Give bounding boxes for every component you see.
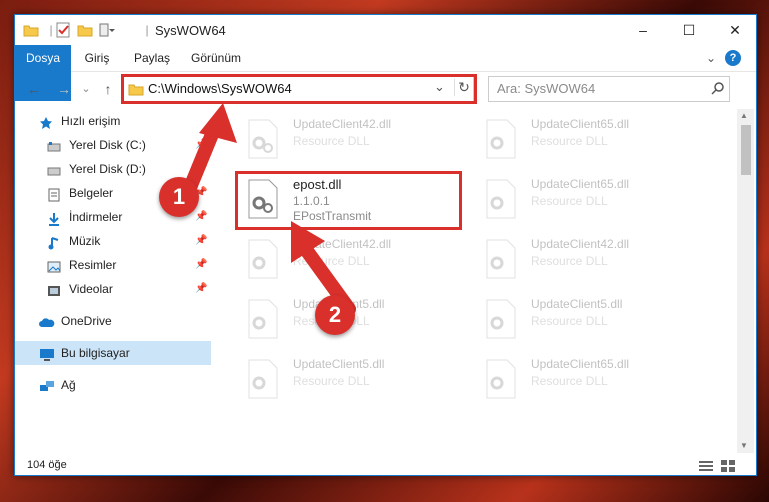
list-item[interactable]: UpdateClient65.dll Resource DLL	[473, 173, 693, 229]
file-description: Resource DLL	[531, 194, 608, 208]
dll-file-icon	[485, 299, 517, 339]
sidebar-item-this-pc[interactable]: Bu bilgisayar	[15, 341, 211, 365]
sidebar-item-network[interactable]: Ağ	[15, 373, 211, 397]
scrollbar-thumb[interactable]	[741, 125, 751, 175]
tiles-view-icon[interactable]	[721, 459, 735, 479]
dll-file-icon	[247, 359, 279, 399]
file-name: UpdateClient65.dll	[531, 177, 630, 191]
status-bar: 104 öğe	[15, 455, 756, 475]
computer-icon	[39, 346, 54, 361]
sidebar-item-label: OneDrive	[61, 314, 112, 328]
tab-paylas[interactable]: Paylaş	[129, 45, 175, 71]
back-button[interactable]: ←	[25, 79, 43, 99]
expand-ribbon-icon[interactable]: ⌄	[703, 45, 719, 71]
sidebar-item-label: Videolar	[69, 282, 113, 296]
drive-icon	[47, 162, 61, 176]
file-description: Resource DLL	[531, 134, 608, 148]
file-name: UpdateClient65.dll	[531, 117, 630, 131]
help-icon[interactable]: ?	[725, 50, 741, 66]
search-box[interactable]: Ara: SysWOW64	[488, 76, 730, 102]
dll-file-icon	[247, 299, 279, 339]
ribbon: Dosya Giriş Paylaş Görünüm ⌄ ?	[15, 45, 756, 101]
title-bar: | | SysWOW64 – ☐ ✕	[15, 15, 756, 45]
drive-icon	[47, 138, 61, 152]
customize-toolbar-icon[interactable]	[99, 22, 115, 38]
list-item[interactable]: UpdateClient65.dll Resource DLL	[473, 353, 693, 409]
list-item[interactable]: UpdateClient5.dll Resource DLL	[235, 353, 455, 409]
window-title: SysWOW64	[155, 23, 226, 38]
recent-dropdown[interactable]: ⌄	[77, 79, 95, 99]
forward-button[interactable]: →	[55, 79, 73, 99]
search-icon[interactable]	[711, 81, 725, 100]
list-item[interactable]: UpdateClient42.dll Resource DLL	[235, 113, 455, 169]
sidebar-item-label: Resimler	[69, 258, 117, 272]
sidebar-item-music[interactable]: Müzik 📌	[15, 229, 211, 253]
sidebar-item-label: Hızlı erişim	[61, 114, 121, 128]
vertical-scrollbar[interactable]: ▲ ▼	[737, 109, 754, 453]
separator-icon: |	[145, 23, 149, 37]
cloud-icon	[39, 314, 55, 328]
folder-icon	[23, 22, 39, 38]
download-icon	[47, 210, 61, 226]
sidebar-item-pictures[interactable]: Resimler 📌	[15, 253, 211, 277]
sidebar-item-label: Yerel Disk (C:)	[69, 138, 146, 152]
star-icon	[39, 114, 53, 129]
tab-gorunum[interactable]: Görünüm	[187, 45, 245, 71]
music-icon	[47, 234, 61, 250]
explorer-window: | | SysWOW64 – ☐ ✕ Dosya Giriş Paylaş Gö…	[14, 14, 757, 476]
videos-icon	[47, 282, 61, 296]
file-name: UpdateClient42.dll	[531, 237, 630, 251]
item-count: 104 öğe	[27, 459, 67, 471]
file-description: Resource DLL	[531, 254, 608, 268]
close-button[interactable]: ✕	[712, 15, 758, 45]
file-description: Resource DLL	[531, 374, 608, 388]
dll-file-icon	[485, 119, 517, 159]
pin-icon[interactable]: 📌	[195, 277, 207, 301]
file-name: UpdateClient5.dll	[293, 357, 385, 371]
pictures-icon	[47, 258, 61, 273]
network-icon	[39, 378, 54, 392]
file-name: UpdateClient42.dll	[293, 117, 392, 131]
sidebar-item-label: Ağ	[61, 378, 76, 392]
sidebar-item-label: Bu bilgisayar	[61, 346, 130, 360]
scroll-down-icon[interactable]: ▼	[740, 441, 748, 450]
file-name: UpdateClient65.dll	[531, 357, 630, 371]
dll-file-icon	[485, 359, 517, 399]
pin-icon[interactable]: 📌	[195, 229, 207, 253]
file-description: Resource DLL	[293, 134, 370, 148]
dll-file-icon	[485, 179, 517, 219]
details-view-icon[interactable]	[699, 459, 713, 479]
search-input[interactable]: Ara: SysWOW64	[497, 81, 595, 96]
properties-icon[interactable]	[55, 22, 71, 38]
file-name: UpdateClient5.dll	[531, 297, 623, 311]
step-1-badge: 1	[159, 177, 199, 217]
up-button[interactable]: ↑	[99, 79, 117, 99]
step-2-badge: 2	[315, 295, 355, 335]
sidebar-item-videos[interactable]: Videolar 📌	[15, 277, 211, 301]
list-item[interactable]: UpdateClient42.dll Resource DLL	[473, 233, 693, 289]
sidebar-item-label: İndirmeler	[69, 210, 123, 224]
sidebar-item-label: Yerel Disk (D:)	[69, 162, 146, 176]
dll-file-icon	[247, 119, 279, 159]
pin-icon[interactable]: 📌	[195, 253, 207, 277]
list-item[interactable]: UpdateClient65.dll Resource DLL	[473, 113, 693, 169]
scroll-up-icon[interactable]: ▲	[740, 111, 748, 120]
maximize-button[interactable]: ☐	[666, 15, 712, 45]
sidebar-item-onedrive[interactable]: OneDrive	[15, 309, 211, 333]
file-description: Resource DLL	[293, 374, 370, 388]
tab-giris[interactable]: Giriş	[77, 45, 117, 71]
documents-icon	[47, 186, 61, 202]
list-item[interactable]: UpdateClient5.dll Resource DLL	[473, 293, 693, 349]
sidebar-item-label: Belgeler	[69, 186, 114, 200]
sidebar-item-label: Müzik	[69, 234, 101, 248]
dll-file-icon	[485, 239, 517, 279]
file-description: Resource DLL	[531, 314, 608, 328]
minimize-button[interactable]: –	[620, 15, 666, 45]
dll-file-icon	[247, 239, 279, 279]
new-folder-icon[interactable]	[77, 22, 93, 38]
